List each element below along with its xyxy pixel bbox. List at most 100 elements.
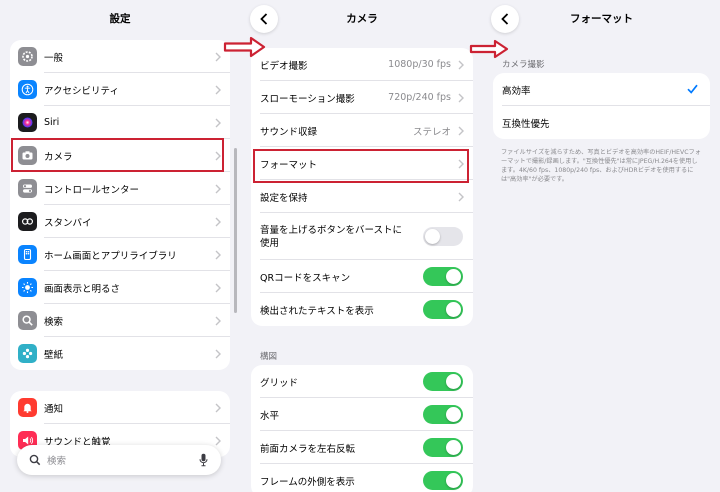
format-title: フォーマット	[570, 13, 633, 25]
camera-row-outside-frame: フレームの外側を表示	[251, 464, 473, 492]
chevron-right-icon	[215, 52, 221, 62]
settings-item-notifications[interactable]: 通知	[10, 391, 230, 424]
arrow-right-icon	[223, 36, 266, 58]
settings-item-home-screen[interactable]: ホーム画面とアプリライブラリ	[10, 238, 230, 271]
chevron-right-icon	[215, 316, 221, 326]
search-icon	[18, 311, 37, 330]
settings-item-general[interactable]: 一般	[10, 40, 230, 73]
row-label: 前面カメラを左右反転	[260, 443, 356, 455]
row-value: 1080p/30 fps	[388, 59, 451, 70]
row-label: 検出されたテキストを表示	[260, 305, 374, 317]
row-label: フレームの外側を表示	[260, 476, 355, 488]
settings-item-label: Siri	[44, 117, 60, 128]
standby-icon	[18, 212, 37, 231]
search-bar[interactable]: 検索	[17, 445, 221, 475]
camera-row-preserve[interactable]: 設定を保持	[251, 180, 473, 213]
chevron-right-icon	[215, 283, 221, 293]
notification-icon	[18, 398, 37, 417]
settings-item-label: コントロールセンター	[44, 184, 140, 196]
burst-toggle[interactable]	[423, 227, 463, 246]
gear-icon	[18, 47, 37, 66]
row-label: 設定を保持	[260, 192, 308, 204]
wallpaper-icon	[18, 344, 37, 363]
settings-item-siri[interactable]: Siri	[10, 106, 230, 139]
camera-title: カメラ	[346, 13, 378, 25]
settings-item-label: 画面表示と明るさ	[44, 283, 121, 295]
camera-group-main: ビデオ撮影 1080p/30 fps スローモーション撮影 720p/240 f…	[251, 48, 473, 326]
level-toggle[interactable]	[423, 405, 463, 424]
arrow-right-icon	[469, 39, 509, 59]
settings-item-label: 一般	[44, 52, 64, 64]
scroll-indicator[interactable]	[234, 148, 237, 313]
chevron-right-icon	[458, 93, 464, 103]
row-value: 720p/240 fps	[388, 92, 451, 103]
option-label: 高効率	[502, 85, 531, 97]
row-label: 音量を上げるボタンをバーストに使用	[260, 224, 403, 249]
chevron-right-icon	[215, 403, 221, 413]
format-option-high-efficiency[interactable]: 高効率	[493, 73, 710, 106]
camera-row-text: 検出されたテキストを表示	[251, 293, 473, 326]
option-label: 互換性優先	[502, 118, 550, 130]
settings-item-label: アクセシビリティ	[44, 85, 119, 97]
camera-row-mirror: 前面カメラを左右反転	[251, 431, 473, 464]
detected-text-toggle[interactable]	[423, 300, 463, 319]
camera-row-qr: QRコードをスキャン	[251, 260, 473, 293]
format-option-most-compatible[interactable]: 互換性優先	[493, 106, 710, 139]
microphone-icon[interactable]	[199, 453, 208, 467]
search-input[interactable]: 検索	[47, 453, 66, 467]
row-label: 水平	[260, 410, 280, 422]
camera-row-grid: グリッド	[251, 365, 473, 398]
chevron-right-icon	[215, 85, 221, 95]
chevron-right-icon	[215, 217, 221, 227]
chevron-right-icon	[458, 60, 464, 70]
settings-item-label: 検索	[44, 316, 64, 328]
settings-item-accessibility[interactable]: アクセシビリティ	[10, 73, 230, 106]
settings-item-label: 通知	[44, 403, 64, 415]
mirror-toggle[interactable]	[423, 438, 463, 457]
camera-group-composition: グリッド 水平 前面カメラを左右反転 フレームの外側を表示	[251, 365, 473, 492]
settings-panel: 設定 一般 アクセシビリティ Siri カメラ コントロールセンター スタンバイ…	[0, 0, 240, 492]
row-label: サウンド収録	[260, 126, 318, 138]
chevron-right-icon	[215, 184, 221, 194]
settings-item-display[interactable]: 画面表示と明るさ	[10, 271, 230, 304]
camera-row-burst: 音量を上げるボタンをバーストに使用	[251, 213, 473, 260]
row-label: ビデオ撮影	[260, 60, 308, 72]
camera-panel: カメラ ビデオ撮影 1080p/30 fps スローモーション撮影 720p/2…	[243, 0, 481, 492]
row-label: スローモーション撮影	[260, 93, 355, 105]
format-panel: フォーマット カメラ撮影 高効率 互換性優先 ファイルサイズを減らすため、写真と…	[483, 0, 720, 492]
settings-item-label: スタンバイ	[44, 217, 92, 229]
home-screen-icon	[18, 245, 37, 264]
accessibility-icon	[18, 80, 37, 99]
format-footnote: ファイルサイズを減らすため、写真とビデオを高効率のHEIF/HEVCフォーマット…	[501, 149, 701, 183]
brightness-icon	[18, 278, 37, 297]
chevron-right-icon	[215, 349, 221, 359]
settings-title: 設定	[109, 13, 131, 25]
section-header-composition: 構図	[260, 352, 278, 362]
row-label: グリッド	[260, 377, 299, 389]
settings-group-main: 一般 アクセシビリティ Siri カメラ コントロールセンター スタンバイ ホー…	[10, 40, 230, 370]
magnifier-icon	[29, 454, 41, 466]
settings-item-control-center[interactable]: コントロールセンター	[10, 172, 230, 205]
settings-item-search[interactable]: 検索	[10, 304, 230, 337]
settings-item-label: 壁紙	[44, 349, 64, 361]
chevron-right-icon	[215, 436, 221, 446]
siri-icon	[18, 113, 37, 132]
settings-item-wallpaper[interactable]: 壁紙	[10, 337, 230, 370]
chevron-right-icon	[215, 250, 221, 260]
settings-item-standby[interactable]: スタンバイ	[10, 205, 230, 238]
camera-row-slomo[interactable]: スローモーション撮影 720p/240 fps	[251, 81, 473, 114]
checkmark-icon	[687, 84, 698, 94]
row-label: QRコードをスキャン	[260, 272, 351, 284]
chevron-right-icon	[215, 118, 221, 128]
qr-toggle[interactable]	[423, 267, 463, 286]
camera-row-sound[interactable]: サウンド収録 ステレオ	[251, 114, 473, 147]
grid-toggle[interactable]	[423, 372, 463, 391]
highlight-camera	[11, 138, 224, 172]
format-options-group: 高効率 互換性優先	[493, 73, 710, 139]
chevron-right-icon	[458, 126, 464, 136]
settings-item-label: ホーム画面とアプリライブラリ	[44, 250, 177, 262]
chevron-right-icon	[458, 192, 464, 202]
outside-frame-toggle[interactable]	[423, 471, 463, 490]
camera-row-video[interactable]: ビデオ撮影 1080p/30 fps	[251, 48, 473, 81]
highlight-format	[253, 149, 469, 183]
